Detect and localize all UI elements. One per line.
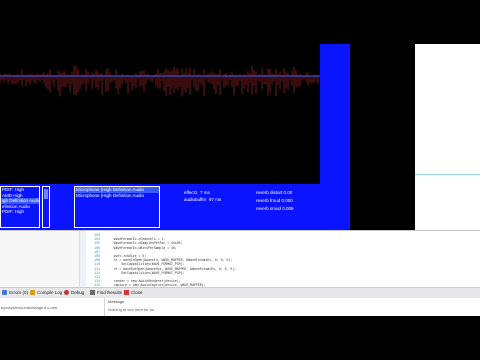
message-column-header[interactable]: Message xyxy=(108,299,124,304)
reverb-froud-label: reverb froud xyxy=(256,198,281,203)
tab-errors-label: Errors (0) xyxy=(9,290,28,295)
tab-debug[interactable]: Debug xyxy=(64,289,84,297)
code-text[interactable]: WaveFormatEx.nChannels = 1; WaveFormatEx… xyxy=(106,233,476,287)
input-device-list[interactable]: Microphone (High Definition Audio Microph… xyxy=(74,186,160,228)
audiobuffer-label: audiobuffer xyxy=(184,197,207,202)
tab-find-results[interactable]: Find Results xyxy=(90,289,122,297)
debug-icon xyxy=(64,290,69,296)
side-panel xyxy=(415,44,480,230)
project-browser xyxy=(0,231,80,287)
reverb-smud[interactable]: reverb smud 0.005 xyxy=(256,206,294,212)
reverb-smud-label: reverb smud xyxy=(256,206,282,211)
tab-find-results-label: Find Results xyxy=(97,290,123,295)
output-device-list[interactable]: PDIF: High AMD High igh Definition Audio ef… xyxy=(0,186,40,228)
message-text: Nothing to see here for us xyxy=(108,307,155,312)
find-results-icon xyxy=(90,290,95,296)
app-window: PDIF: High AMD High igh Definition Audio ef… xyxy=(0,44,480,316)
waveform-display xyxy=(0,65,320,97)
reverb-froud[interactable]: reverb froud 0.000 xyxy=(256,198,293,204)
audio-visualizer-window: PDIF: High AMD High igh Definition Audio ef… xyxy=(0,44,415,230)
code-editor[interactable]: 1031041051061071081091101111121131141151… xyxy=(0,230,480,287)
reverb-distort-label: reverb distort xyxy=(256,190,283,195)
compile-log-icon xyxy=(30,290,35,296)
output-device-item[interactable]: igh Definition Audio xyxy=(1,198,39,204)
reverb-distort[interactable]: reverb distort 0.00 xyxy=(256,190,292,196)
tab-errors[interactable]: Errors (0) xyxy=(2,289,28,297)
effect-latency: effect1 7 ms xyxy=(184,190,210,196)
audiobuffer-value: 97 ms xyxy=(208,197,222,202)
input-device-item[interactable]: Microphone (High Definition Audio xyxy=(75,193,159,199)
output-device-item[interactable]: PDIF: High xyxy=(1,209,39,215)
reverb-distort-value: 0.00 xyxy=(283,190,293,195)
messages-column-divider xyxy=(104,298,105,316)
audiobuffer-latency: audiobuffer 97 ms xyxy=(184,197,221,203)
output-list-scrollbar[interactable] xyxy=(42,186,50,228)
reverb-smud-value: 0.005 xyxy=(282,206,294,211)
tab-debug-label: Debug xyxy=(71,290,85,295)
message-file[interactable]: mposysh/sounds/image.tl c.oerr xyxy=(1,305,57,310)
close-label: Close xyxy=(131,290,143,295)
messages-panel: mposysh/sounds/image.tl c.oerr Message N… xyxy=(0,298,480,316)
tab-compile-log-label: Compile Log xyxy=(37,290,63,295)
close-button[interactable]: Close xyxy=(124,289,143,297)
close-icon xyxy=(124,290,129,296)
effect-value: 7 ms xyxy=(199,190,210,195)
errors-icon xyxy=(2,290,7,296)
tab-compile-log[interactable]: Compile Log xyxy=(30,289,62,297)
audio-control-panel: PDIF: High AMD High igh Definition Audio ef… xyxy=(0,184,350,230)
scrollbar-thumb[interactable] xyxy=(44,189,48,199)
effect-label: effect1 xyxy=(184,190,198,195)
line-numbers: 1031041051061071081091101111121131141151… xyxy=(86,233,100,287)
reverb-froud-value: 0.000 xyxy=(281,198,293,203)
side-panel-divider xyxy=(415,174,480,175)
